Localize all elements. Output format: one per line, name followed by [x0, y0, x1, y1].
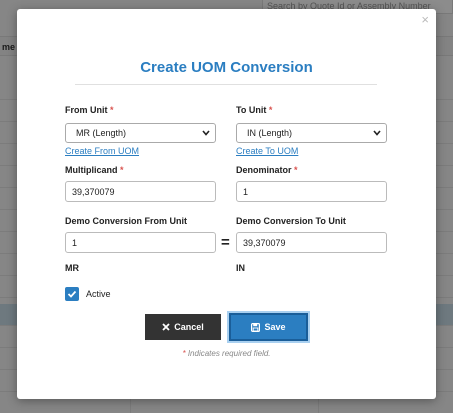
- cancel-button[interactable]: Cancel: [145, 314, 221, 340]
- required-note-text: Indicates required field.: [185, 349, 271, 358]
- required-mark: *: [294, 165, 298, 175]
- create-from-uom-link[interactable]: Create From UOM: [65, 146, 139, 156]
- demo-from-unit: MR: [65, 263, 79, 273]
- multiplicand-label-text: Multiplicand: [65, 165, 118, 175]
- required-mark: *: [268, 105, 273, 115]
- demo-from-input[interactable]: 1: [65, 232, 216, 253]
- demo-to-label: Demo Conversion To Unit: [236, 216, 346, 226]
- required-mark: *: [110, 105, 114, 115]
- to-unit-label: To Unit *: [236, 105, 272, 115]
- times-icon: [162, 323, 170, 331]
- modal-title: Create UOM Conversion: [140, 59, 313, 76]
- demo-from-label: Demo Conversion From Unit: [65, 216, 188, 226]
- denominator-label: Denominator *: [236, 165, 298, 175]
- from-unit-selected-value: MR (Length): [76, 128, 127, 138]
- chevron-down-icon: [202, 130, 210, 136]
- check-icon: [67, 290, 77, 298]
- create-uom-conversion-modal: × Create UOM Conversion From Unit * MR (…: [17, 9, 436, 399]
- create-to-uom-link[interactable]: Create To UOM: [236, 146, 298, 156]
- denominator-input[interactable]: 1: [236, 181, 387, 202]
- multiplicand-input[interactable]: 39,370079: [65, 181, 216, 202]
- to-unit-select[interactable]: IN (Length): [236, 123, 387, 143]
- demo-to-unit: IN: [236, 263, 245, 273]
- active-checkbox[interactable]: [65, 287, 79, 301]
- required-mark: *: [120, 165, 124, 175]
- from-unit-label-text: From Unit: [65, 105, 108, 115]
- floppy-disk-icon: [251, 322, 261, 332]
- active-checkbox-label[interactable]: Active: [86, 289, 111, 299]
- denominator-label-text: Denominator: [236, 165, 292, 175]
- cancel-button-label: Cancel: [174, 322, 204, 332]
- title-divider: [75, 84, 377, 85]
- save-button-label: Save: [264, 322, 286, 332]
- equals-sign: =: [221, 234, 230, 251]
- demo-to-input[interactable]: 39,370079: [236, 232, 387, 253]
- from-unit-label: From Unit *: [65, 105, 114, 115]
- close-icon[interactable]: ×: [421, 13, 429, 26]
- save-button[interactable]: Save: [229, 313, 308, 341]
- multiplicand-label: Multiplicand *: [65, 165, 124, 175]
- to-unit-selected-value: IN (Length): [247, 128, 293, 138]
- required-field-note: * Indicates required field.: [17, 349, 436, 358]
- from-unit-select[interactable]: MR (Length): [65, 123, 216, 143]
- chevron-down-icon: [373, 130, 381, 136]
- to-unit-label-text: To Unit: [236, 105, 267, 115]
